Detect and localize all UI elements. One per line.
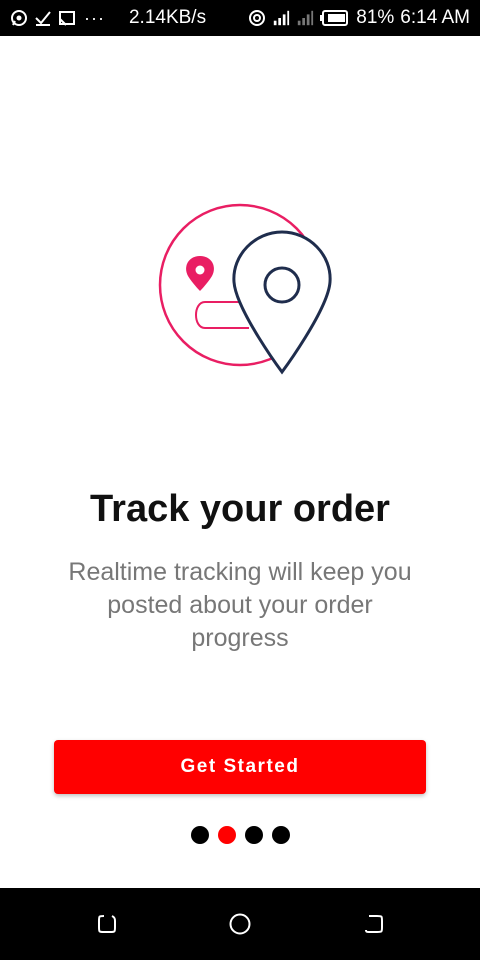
hotspot-icon [248, 9, 266, 27]
large-pin-icon [232, 230, 332, 375]
page-dot-1[interactable] [190, 826, 209, 844]
clock: 6:14 AM [400, 7, 470, 28]
signal-icon-2 [296, 9, 314, 27]
page-indicator [0, 826, 480, 844]
navigation-bar [0, 888, 480, 960]
onboarding-description: Realtime tracking will keep you posted a… [68, 558, 412, 652]
battery-percent: 81% [356, 7, 395, 28]
location-tracking-illustration [158, 203, 332, 375]
whatsapp-icon [10, 9, 28, 27]
recent-apps-icon[interactable] [93, 910, 121, 938]
page-dot-4[interactable] [271, 826, 290, 844]
small-pin-icon [186, 256, 214, 291]
get-started-button[interactable]: Get Started [54, 740, 426, 794]
check-icon [34, 9, 52, 27]
onboarding-title: Track your order [90, 488, 390, 530]
battery-icon [320, 9, 350, 27]
network-speed: 2.14KB/s [128, 7, 207, 28]
home-icon[interactable] [226, 910, 254, 938]
status-bar: ··· 2.14KB/s 81% 6:14 AM [0, 0, 480, 36]
route-line [195, 301, 245, 329]
page-dot-2[interactable] [217, 826, 236, 844]
cast-icon [58, 9, 76, 27]
signal-icon [272, 9, 290, 27]
overflow-indicator: ··· [84, 8, 105, 28]
page-dot-3[interactable] [244, 826, 263, 844]
back-icon[interactable] [360, 910, 388, 938]
